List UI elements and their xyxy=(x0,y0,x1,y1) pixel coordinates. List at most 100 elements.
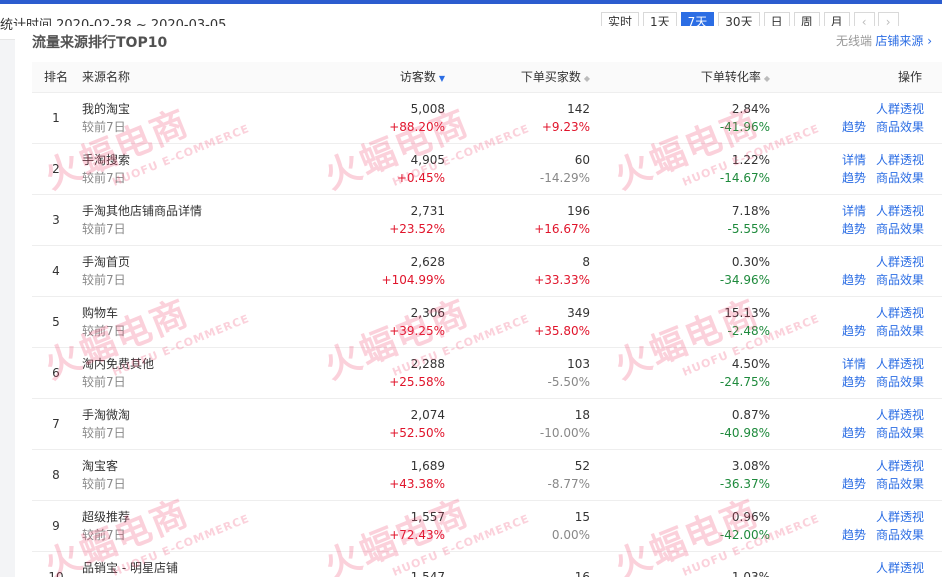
goods-effect-link[interactable]: 商品效果 xyxy=(876,171,924,185)
visitors-delta: +52.50% xyxy=(389,425,445,440)
crowd-link[interactable]: 人群透视 xyxy=(876,408,924,422)
crowd-link[interactable]: 人群透视 xyxy=(876,204,924,218)
conversion-value: 0.96% xyxy=(731,509,770,524)
rank-cell: 8 xyxy=(32,449,80,501)
rank-cell: 2 xyxy=(32,143,80,195)
buyers-cell: 52 -8.77% xyxy=(445,449,590,501)
traffic-source-panel: 流量来源排行TOP10 无线端 店铺来源 › 排名 来源名称 访客数 ▼ 下单买家… xyxy=(15,26,942,577)
terminal-select[interactable]: 无线端 xyxy=(836,32,872,49)
rank-cell: 5 xyxy=(32,296,80,348)
table-row: 6 淘内免费其他 较前7日 2,288 +25.58% 103 -5.50% 4.50% -24… xyxy=(32,347,942,399)
visitors-value: 5,008 xyxy=(410,101,445,116)
visitors-value: 4,905 xyxy=(410,152,445,167)
header-visitors-label: 访客数 xyxy=(399,70,436,85)
goods-effect-link[interactable]: 商品效果 xyxy=(876,375,924,389)
visitors-value: 1,689 xyxy=(410,458,445,473)
crowd-link[interactable]: 人群透视 xyxy=(876,102,924,116)
rank-cell: 10 xyxy=(32,551,80,577)
source-cell: 手淘其他店铺商品详情 较前7日 xyxy=(80,194,315,246)
table-row: 1 我的淘宝 较前7日 5,008 +88.20% 142 +9.23% 2.84% -41.9… xyxy=(32,92,942,144)
crowd-link[interactable]: 人群透视 xyxy=(876,255,924,269)
buyers-cell: 15 0.00% xyxy=(445,500,590,552)
sort-desc-icon[interactable]: ▼ xyxy=(439,74,445,83)
crowd-link[interactable]: 人群透视 xyxy=(876,153,924,167)
goods-effect-link[interactable]: 商品效果 xyxy=(876,324,924,338)
actions-cell: 详情人群透视趋势商品效果 xyxy=(770,245,942,297)
compare-label: 较前7日 xyxy=(82,119,126,134)
crowd-link[interactable]: 人群透视 xyxy=(876,459,924,473)
conversion-value: 3.08% xyxy=(731,458,770,473)
goods-effect-link[interactable]: 商品效果 xyxy=(876,273,924,287)
rank-cell: 4 xyxy=(32,245,80,297)
store-source-link[interactable]: 店铺来源 › xyxy=(875,32,932,49)
visitors-delta: +88.20% xyxy=(389,119,445,134)
buyers-value: 8 xyxy=(582,254,590,269)
visitors-cell: 1,689 +43.38% xyxy=(315,449,445,501)
trend-link[interactable]: 趋势 xyxy=(842,273,866,287)
sort-icon[interactable]: ◆ xyxy=(584,74,590,83)
visitors-cell: 2,628 +104.99% xyxy=(315,245,445,297)
conversion-value: 1.03% xyxy=(731,569,770,577)
header-visitors[interactable]: 访客数 ▼ xyxy=(315,62,445,93)
table-row: 2 手淘搜索 较前7日 4,905 +0.45% 60 -14.29% 1.22% -14.67… xyxy=(32,143,942,195)
source-name: 我的淘宝 xyxy=(82,101,131,116)
goods-effect-link[interactable]: 商品效果 xyxy=(876,477,924,491)
source-cell: 品销宝 - 明星店铺较前7日 xyxy=(80,551,315,577)
goods-effect-link[interactable]: 商品效果 xyxy=(876,120,924,134)
trend-link[interactable]: 趋势 xyxy=(842,222,866,236)
detail-link[interactable]: 详情 xyxy=(842,204,866,218)
visitors-delta: +43.38% xyxy=(389,476,445,491)
source-name: 购物车 xyxy=(82,305,119,320)
table-row: 9 超级推荐 较前7日 1,557 +72.43% 15 0.00% 0.96% -42.00%… xyxy=(32,500,942,552)
sort-icon[interactable]: ◆ xyxy=(764,74,770,83)
source-cell: 我的淘宝较前7日 xyxy=(80,92,315,144)
rank-cell: 7 xyxy=(32,398,80,450)
table-row: 8 淘宝客 较前7日 1,689 +43.38% 52 -8.77% 3.08% -36.37%… xyxy=(32,449,942,501)
crowd-link[interactable]: 人群透视 xyxy=(876,306,924,320)
compare-label: 较前7日 xyxy=(82,221,126,236)
header-buyers[interactable]: 下单买家数 ◆ xyxy=(445,62,590,93)
detail-link[interactable]: 详情 xyxy=(842,153,866,167)
trend-link[interactable]: 趋势 xyxy=(842,528,866,542)
trend-link[interactable]: 趋势 xyxy=(842,120,866,134)
visitors-value: 2,074 xyxy=(410,407,445,422)
source-cell: 购物车 较前7日 xyxy=(80,296,315,348)
conversion-value: 0.30% xyxy=(731,254,770,269)
buyers-value: 103 xyxy=(567,356,590,371)
source-cell: 超级推荐 较前7日 xyxy=(80,500,315,552)
chevron-right-icon: › xyxy=(927,34,932,48)
conversion-delta: -2.48% xyxy=(727,323,770,338)
detail-link[interactable]: 详情 xyxy=(842,357,866,371)
crowd-link[interactable]: 人群透视 xyxy=(876,510,924,524)
buyers-value: 52 xyxy=(574,458,590,473)
source-name: 手淘微淘 xyxy=(82,407,131,422)
trend-link[interactable]: 趋势 xyxy=(842,375,866,389)
visitors-delta: +0.45% xyxy=(396,170,445,185)
visitors-value: 2,306 xyxy=(410,305,445,320)
visitors-delta: +72.43% xyxy=(389,527,445,542)
goods-effect-link[interactable]: 商品效果 xyxy=(876,528,924,542)
buyers-delta: -14.29% xyxy=(539,170,590,185)
visitors-cell: 1,557 +72.43% xyxy=(315,500,445,552)
header-conversion[interactable]: 下单转化率 ◆ xyxy=(590,62,770,93)
trend-link[interactable]: 趋势 xyxy=(842,477,866,491)
visitors-delta: +39.25% xyxy=(389,323,445,338)
goods-effect-link[interactable]: 商品效果 xyxy=(876,426,924,440)
conversion-delta: -41.96% xyxy=(719,119,770,134)
source-name: 手淘搜索 xyxy=(82,152,131,167)
goods-effect-link[interactable]: 商品效果 xyxy=(876,222,924,236)
trend-link[interactable]: 趋势 xyxy=(842,426,866,440)
buyers-value: 15 xyxy=(574,509,590,524)
visitors-value: 1,557 xyxy=(410,509,445,524)
visitors-cell: 1,547 xyxy=(315,551,445,577)
crowd-link[interactable]: 人群透视 xyxy=(876,357,924,371)
visitors-value: 2,628 xyxy=(410,254,445,269)
trend-link[interactable]: 趋势 xyxy=(842,324,866,338)
trend-link[interactable]: 趋势 xyxy=(842,171,866,185)
table-row: 5 购物车 较前7日 2,306 +39.25% 349 +35.80% 15.13% -2.4… xyxy=(32,296,942,348)
compare-label: 较前7日 xyxy=(82,272,126,287)
conversion-cell: 3.08% -36.37% xyxy=(590,449,770,501)
buyers-cell: 142 +9.23% xyxy=(445,92,590,144)
buyers-value: 18 xyxy=(574,407,590,422)
crowd-link[interactable]: 人群透视 xyxy=(876,561,924,575)
